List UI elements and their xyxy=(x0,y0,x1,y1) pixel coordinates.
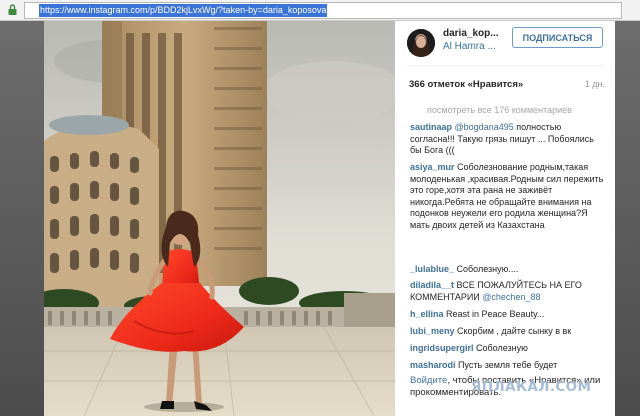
avatar[interactable] xyxy=(407,29,435,57)
address-bar[interactable]: https://www.instagram.com/p/BDD2kjLvxWg/… xyxy=(24,2,622,19)
url-text[interactable]: https://www.instagram.com/p/BDD2kjLvxWg/… xyxy=(39,4,328,17)
page-backdrop-right xyxy=(615,21,640,416)
comment: asiya_mur Соболезнование родным,такая мо… xyxy=(410,162,606,231)
lock-icon xyxy=(8,4,17,15)
comment: _lulablue_ Соболезную.... xyxy=(410,264,606,276)
comment-text: Скорбим , дайте сынку в вк xyxy=(454,326,572,336)
post-time[interactable]: 1 дн. xyxy=(585,79,605,89)
comment-text: Пусть земля тебе будет xyxy=(455,360,558,370)
comment-text: Соболезную.... xyxy=(454,264,519,274)
post-location[interactable]: Al Hamra ... xyxy=(443,41,496,52)
comment: h_ellina Reast in Peace Beauty... xyxy=(410,309,606,321)
follow-button[interactable]: ПОДПИСАТЬСЯ xyxy=(512,27,603,48)
likes-count[interactable]: 366 отметок «Нравится» xyxy=(409,79,523,90)
page-backdrop-left xyxy=(0,21,44,416)
post-photo[interactable] xyxy=(44,21,395,416)
avatar-image xyxy=(407,29,435,57)
comment-username[interactable]: diladila__t xyxy=(410,280,454,290)
view-all-comments-link[interactable]: посмотреть все 176 комментариев xyxy=(427,105,572,115)
comment-username[interactable]: ingridsupergirl xyxy=(410,343,474,353)
comment-username[interactable]: h_ellina xyxy=(410,309,444,319)
comment-username[interactable]: asiya_mur xyxy=(410,162,455,172)
photo-illustration xyxy=(44,21,395,416)
comment-text: Соболезную xyxy=(473,343,528,353)
comment-username[interactable]: lubi_meny xyxy=(410,326,455,336)
comment: lubi_meny Скорбим , дайте сынку в вк xyxy=(410,326,606,338)
browser-toolbar: https://www.instagram.com/p/BDD2kjLvxWg/… xyxy=(0,0,640,21)
comment-text: Соболезнование родным,такая молоденькая … xyxy=(410,162,604,230)
comment: ingridsupergirl Соболезную xyxy=(410,343,606,355)
comment: masharodi Пусть земля тебе будет xyxy=(410,360,606,372)
comment: sautinaap @bogdana495 полностью согласна… xyxy=(410,122,606,157)
comment-username[interactable]: masharodi xyxy=(410,360,456,370)
comment-mention[interactable]: @bogdana495 xyxy=(455,122,514,132)
comment-mention[interactable]: @chechen_88 xyxy=(482,292,540,302)
site-watermark: ЯПЛАКАЛ.COM xyxy=(471,379,592,395)
comment: diladila__t ВСЕ ПОЖАЛУЙТЕСЬ НА ЕГО КОММЕ… xyxy=(410,280,606,303)
comment-username[interactable]: sautinaap xyxy=(410,122,452,132)
login-link[interactable]: Войдите xyxy=(410,375,447,386)
post-info-panel: daria_kop... Al Hamra ... ПОДПИСАТЬСЯ 36… xyxy=(395,21,615,416)
comment-text: Reast in Peace Beauty... xyxy=(443,309,545,319)
comment-username[interactable]: _lulablue_ xyxy=(410,264,454,274)
post-username[interactable]: daria_kop... xyxy=(443,28,499,39)
divider xyxy=(407,65,603,66)
